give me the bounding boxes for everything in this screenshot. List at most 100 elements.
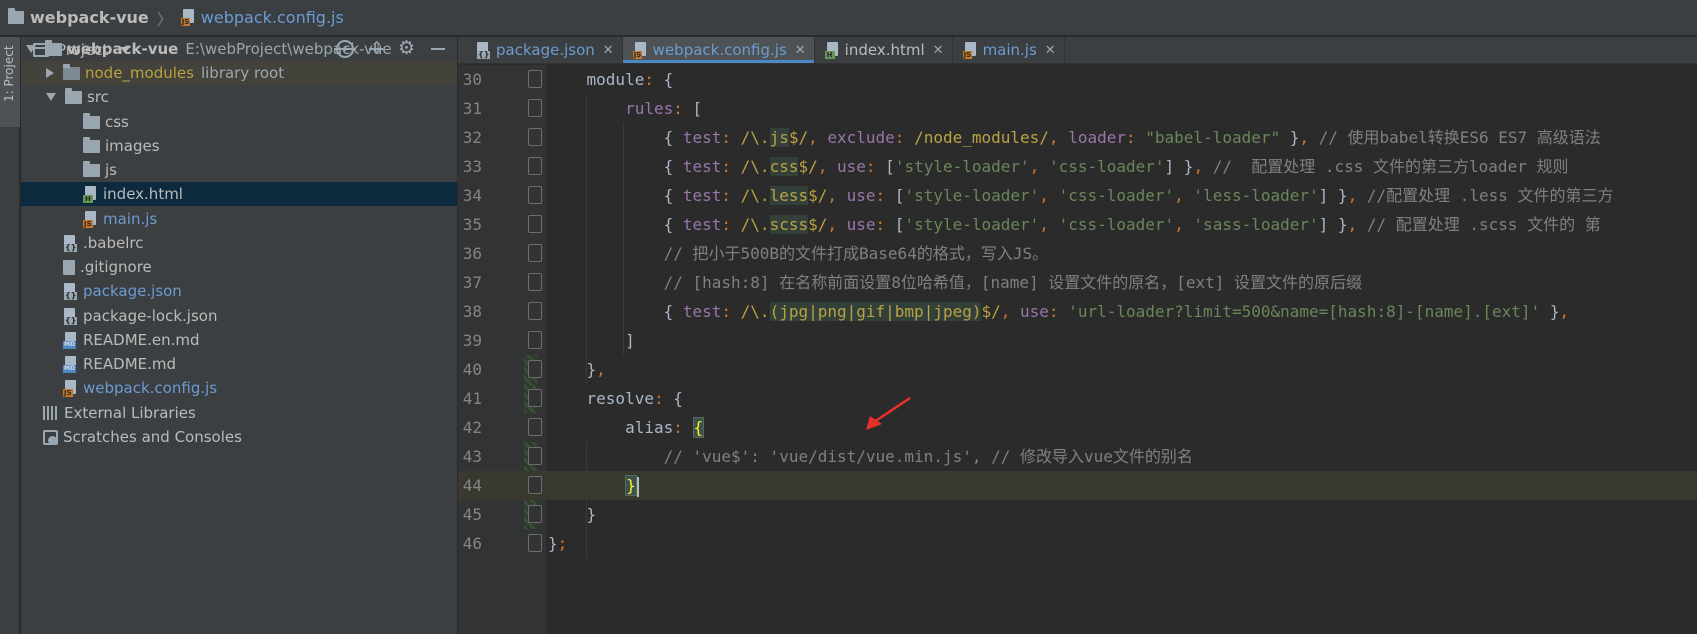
- fold-marker-icon[interactable]: [528, 157, 542, 175]
- chevron-down-icon[interactable]: [26, 45, 36, 54]
- fold-marker-icon[interactable]: [528, 505, 542, 523]
- code-token: $/: [808, 186, 828, 205]
- code-token: 'sass-loader': [1193, 215, 1319, 234]
- code-line[interactable]: 30 module: {: [458, 65, 1697, 94]
- code-line[interactable]: 44 }: [458, 471, 1697, 500]
- code-editor[interactable]: 30 module: {31 rules: [32 { test: /\.js$…: [458, 65, 1697, 634]
- code-line[interactable]: 46};: [458, 529, 1697, 558]
- line-number: 44: [462, 476, 482, 495]
- project-tree-item[interactable]: src: [21, 85, 457, 109]
- chevron-right-icon[interactable]: [46, 68, 54, 79]
- project-tree-item[interactable]: images: [21, 134, 457, 158]
- project-tree-item[interactable]: package-lock.json: [21, 304, 457, 328]
- project-tree-item[interactable]: README.md: [21, 352, 457, 376]
- folder-icon: [83, 160, 100, 177]
- code-token: ,: [1299, 128, 1319, 147]
- fold-marker-icon[interactable]: [528, 447, 542, 465]
- code-token: ,: [1193, 157, 1213, 176]
- close-icon[interactable]: ✕: [795, 43, 806, 58]
- code-line[interactable]: 38 { test: /\.(jpg|png|gif|bmp|jpeg)$/, …: [458, 297, 1697, 326]
- editor-tab[interactable]: package.json ✕: [466, 37, 623, 63]
- code-text: // 把小于500B的文件打成Base64的格式，写入JS。: [548, 239, 1049, 268]
- js-file-icon: [180, 9, 196, 26]
- fold-marker-icon[interactable]: [528, 99, 542, 117]
- fold-marker-icon[interactable]: [528, 128, 542, 146]
- code-line[interactable]: 35 { test: /\.scss$/, use: ['style-loade…: [458, 210, 1697, 239]
- code-token: ,: [1559, 302, 1570, 321]
- code-text: };: [548, 529, 567, 558]
- project-tree-item[interactable]: js: [21, 158, 457, 182]
- fold-marker-icon[interactable]: [528, 70, 542, 88]
- project-tree-item[interactable]: Scratches and Consoles: [21, 425, 457, 449]
- code-line[interactable]: 36 // 把小于500B的文件打成Base64的格式，写入JS。: [458, 239, 1697, 268]
- folder-icon: [65, 87, 82, 104]
- code-line[interactable]: 42 alias: {: [458, 413, 1697, 442]
- fold-marker-icon[interactable]: [528, 186, 542, 204]
- project-tree-item[interactable]: External Libraries: [21, 401, 457, 425]
- code-token: // 把小于500B的文件打成Base64的格式，写入JS。: [663, 244, 1049, 263]
- code-line[interactable]: 31 rules: [: [458, 94, 1697, 123]
- fold-marker-icon[interactable]: [528, 302, 542, 320]
- fold-marker-icon[interactable]: [528, 331, 542, 349]
- project-tree-item[interactable]: .babelrc: [21, 231, 457, 255]
- code-token: test: [682, 186, 722, 205]
- project-tool-window-tab[interactable]: 1: Project: [0, 37, 20, 127]
- project-tree-item[interactable]: README.en.md: [21, 328, 457, 352]
- tree-item-label: webpack-vue: [67, 40, 179, 59]
- code-line[interactable]: 39 ]: [458, 326, 1697, 355]
- fold-marker-icon[interactable]: [528, 215, 542, 233]
- code-line[interactable]: 33 { test: /\.css$/, use: ['style-loader…: [458, 152, 1697, 181]
- code-line[interactable]: 43 // 'vue$': 'vue/dist/vue.min.js', // …: [458, 442, 1697, 471]
- project-tree-item[interactable]: webpack.config.js: [21, 376, 457, 400]
- code-line[interactable]: 34 { test: /\.less$/, use: ['style-loade…: [458, 181, 1697, 210]
- code-line[interactable]: 32 { test: /\.js$/, exclude: /node_modul…: [458, 123, 1697, 152]
- fold-marker-icon[interactable]: [528, 244, 542, 262]
- fold-marker-icon[interactable]: [528, 360, 542, 378]
- fold-marker-icon[interactable]: [528, 418, 542, 436]
- editor-tab[interactable]: index.html ✕: [815, 37, 953, 63]
- markdown-file-icon: [63, 331, 78, 349]
- project-tree-item[interactable]: main.js: [21, 207, 457, 231]
- project-tree-item[interactable]: css: [21, 110, 457, 134]
- code-token: {: [548, 128, 683, 147]
- close-icon[interactable]: ✕: [1045, 43, 1056, 58]
- fold-marker-icon[interactable]: [528, 273, 542, 291]
- project-tree-item[interactable]: webpack-vue E:\webProject\webpack-vue: [21, 37, 457, 61]
- tree-item-label: External Libraries: [64, 404, 196, 423]
- fold-marker-icon[interactable]: [528, 389, 542, 407]
- code-token: rules: [625, 99, 674, 118]
- code-line[interactable]: 40 },: [458, 355, 1697, 384]
- code-token: ,: [827, 215, 847, 234]
- code-line[interactable]: 37 // [hash:8] 在名称前面设置8位哈希值，[name] 设置文件的…: [458, 268, 1697, 297]
- project-tree-item[interactable]: .gitignore: [21, 255, 457, 279]
- chevron-down-icon[interactable]: [46, 93, 56, 102]
- fold-marker-icon[interactable]: [528, 534, 542, 552]
- code-token: ,: [1174, 186, 1194, 205]
- folder-icon: [45, 39, 62, 56]
- tree-item-label: images: [105, 137, 160, 156]
- code-token: {: [548, 186, 683, 205]
- project-tree-item[interactable]: node_modules library root: [21, 61, 457, 86]
- close-icon[interactable]: ✕: [603, 43, 614, 58]
- json-file-icon: [63, 282, 78, 300]
- code-token: 'css-loader': [1048, 157, 1165, 176]
- project-tab-label: 1: Project: [2, 45, 16, 102]
- code-token: ]: [548, 331, 635, 350]
- code-token: [: [692, 99, 703, 118]
- project-tree-item[interactable]: index.html: [21, 182, 457, 207]
- code-token: [: [894, 215, 905, 234]
- line-number: 40: [462, 360, 482, 379]
- code-token: ,: [817, 157, 837, 176]
- code-line[interactable]: 45 }: [458, 500, 1697, 529]
- tree-item-label: package-lock.json: [83, 307, 218, 326]
- nav-project-name[interactable]: webpack-vue: [30, 8, 149, 27]
- fold-marker-icon[interactable]: [528, 476, 542, 494]
- editor-tab[interactable]: webpack.config.js ✕: [622, 37, 815, 63]
- close-icon[interactable]: ✕: [933, 43, 944, 58]
- nav-file-name[interactable]: webpack.config.js: [201, 8, 344, 27]
- code-token: 'style-loader': [904, 186, 1040, 205]
- editor-tab[interactable]: main.js ✕: [953, 37, 1065, 63]
- code-line[interactable]: 41 resolve: {: [458, 384, 1697, 413]
- project-tree-item[interactable]: package.json: [21, 279, 457, 303]
